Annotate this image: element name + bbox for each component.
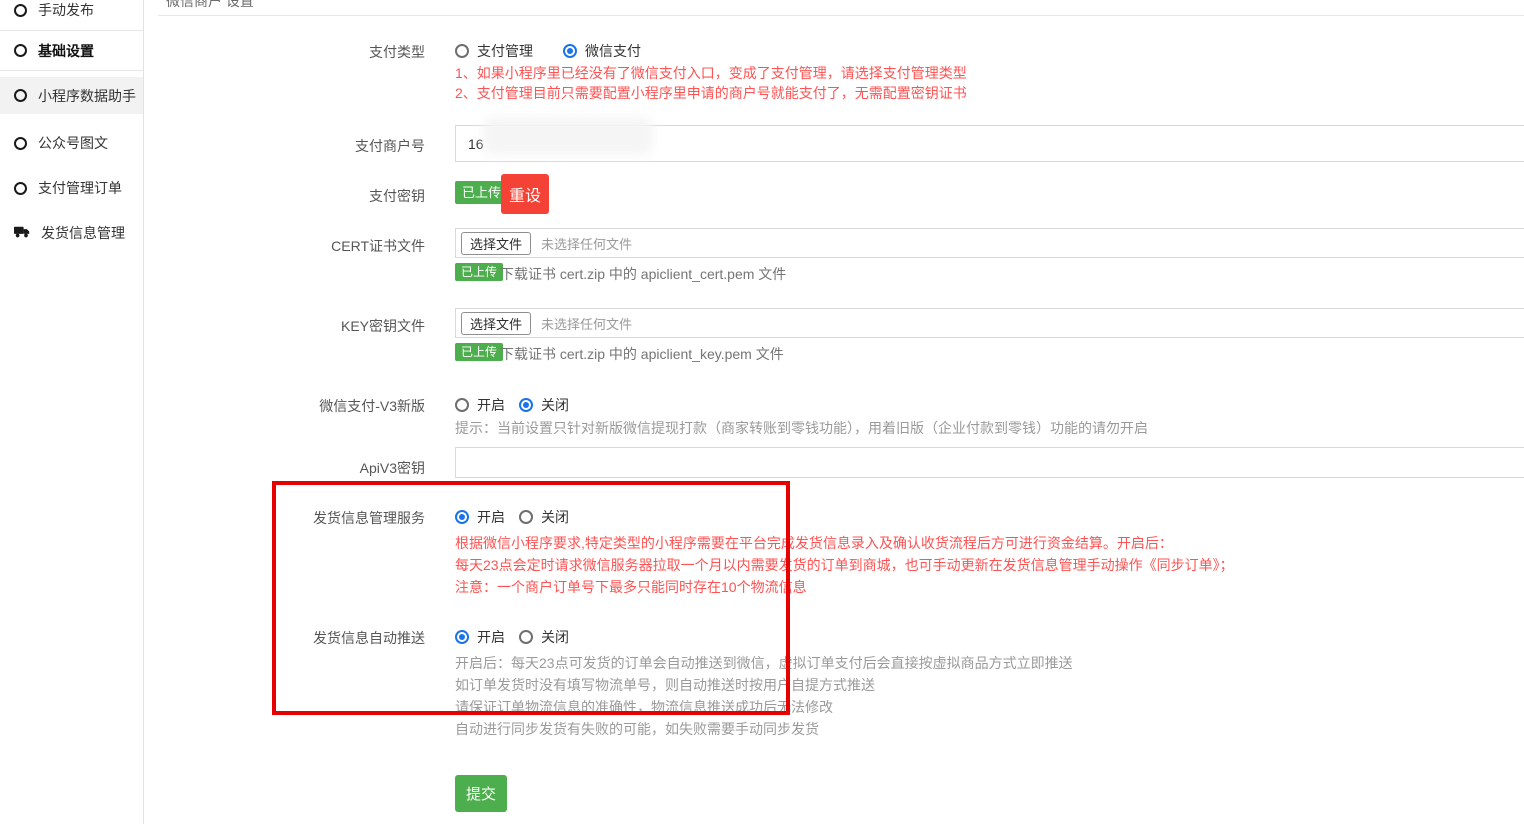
radio-pay-manage[interactable] [455,44,469,58]
radio-wechat-pay-label[interactable]: 微信支付 [585,41,641,61]
v3-label: 微信支付-V3新版 [135,396,425,416]
radio-ship-service-off-label[interactable]: 关闭 [541,507,569,527]
page-title: 微信商户 设置 [166,0,254,11]
cert-file-label: CERT证书文件 [135,236,425,256]
radio-pay-manage-label[interactable]: 支付管理 [477,41,533,61]
ship-service-label: 发货信息管理服务 [135,508,425,528]
radio-ship-push-off-label[interactable]: 关闭 [541,627,569,647]
sidebar-item-official-account[interactable]: 公众号图文 [0,125,143,161]
v3-radio-group: 开启 关闭 [455,395,569,415]
circle-icon [14,44,27,57]
radio-ship-service-off[interactable] [519,510,533,524]
ship-push-note-1: 开启后：每天23点可发货的订单会自动推送到微信，虚拟订单支付后会直接按虚拟商品方… [455,653,1073,673]
ship-service-note-3: 注意：一个商户订单号下最多只能同时存在10个物流信息 [455,577,807,597]
sidebar-item-basic-settings[interactable]: 基础设置 [0,31,143,70]
pay-secret-label: 支付密钥 [135,186,425,206]
reset-secret-button[interactable]: 重设 [501,174,549,214]
radio-ship-service-on[interactable] [455,510,469,524]
ship-push-radio-group: 开启 关闭 [455,627,569,647]
radio-v3-on-label[interactable]: 开启 [477,395,505,415]
radio-wechat-pay[interactable] [563,44,577,58]
radio-ship-push-on[interactable] [455,630,469,644]
choose-file-button[interactable]: 选择文件 [461,312,531,335]
ship-push-note-4: 自动进行同步发货有失败的可能，如失败需要手动同步发货 [455,719,819,739]
sidebar-item-payment-orders[interactable]: 支付管理订单 [0,170,143,206]
circle-icon [14,89,27,102]
uploaded-badge: 已上传 [455,263,503,281]
ship-push-note-2: 如订单发货时没有填写物流单号，则自动推送时按用户自提方式推送 [455,675,875,695]
pay-type-radio-group: 支付管理 微信支付 [455,41,641,61]
sidebar-item-label: 基础设置 [38,41,94,61]
divider [158,15,1524,16]
radio-ship-service-on-label[interactable]: 开启 [477,507,505,527]
sidebar-item-label: 支付管理订单 [38,178,122,198]
sidebar-item-shipping-info[interactable]: 发货信息管理 [0,215,143,251]
radio-v3-off-label[interactable]: 关闭 [541,395,569,415]
ship-service-note-2: 每天23点会定时请求微信服务器拉取一个月以内需要发货的订单到商城，也可手动更新在… [455,555,1234,575]
apiv3-key-label: ApiV3密钥 [135,458,425,478]
circle-icon [14,137,27,150]
sidebar-item-label: 公众号图文 [38,133,108,153]
key-file-input[interactable]: 选择文件 未选择任何文件 [455,308,1524,338]
sidebar: 手动发布 基础设置 小程序数据助手 公众号图文 支付管理订单 [0,0,144,824]
circle-icon [14,4,27,17]
key-file-label: KEY密钥文件 [135,316,425,336]
truck-icon [14,225,30,241]
uploaded-badge: 已上传 [455,343,503,361]
radio-ship-push-off[interactable] [519,630,533,644]
ship-push-note-3: 请保证订单物流信息的准确性，物流信息推送成功后无法修改 [455,697,833,717]
submit-button[interactable]: 提交 [455,775,507,812]
pay-type-note-2: 2、支付管理目前只需要配置小程序里申请的商户号就能支付了，无需配置密钥证书 [455,83,967,103]
v3-note: 提示：当前设置只针对新版微信提现打款（商家转账到零钱功能），用着旧版（企业付款到… [455,418,1148,438]
sidebar-item-label: 小程序数据助手 [38,86,136,106]
ship-service-note-1: 根据微信小程序要求,特定类型的小程序需要在平台完成发货信息录入及确认收货流程后方… [455,533,1173,553]
radio-v3-on[interactable] [455,398,469,412]
sidebar-item-label: 发货信息管理 [41,223,125,243]
no-file-text: 未选择任何文件 [541,314,632,333]
radio-ship-push-on-label[interactable]: 开启 [477,627,505,647]
cert-file-input[interactable]: 选择文件 未选择任何文件 [455,228,1524,258]
sidebar-item-label: 手动发布 [38,0,94,20]
merchant-no-label: 支付商户号 [135,136,425,156]
key-file-note: 下载证书 cert.zip 中的 apiclient_key.pem 文件 [500,344,784,364]
radio-v3-off[interactable] [519,398,533,412]
redacted-value-blur [483,117,653,155]
pay-type-note-1: 1、如果小程序里已经没有了微信支付入口，变成了支付管理，请选择支付管理类型 [455,63,967,83]
sidebar-item-manual-publish[interactable]: 手动发布 [0,0,143,25]
apiv3-key-input[interactable] [455,447,1524,478]
cert-file-note: 下载证书 cert.zip 中的 apiclient_cert.pem 文件 [500,264,786,284]
divider [0,70,143,71]
sidebar-item-miniprogram-data[interactable]: 小程序数据助手 [0,77,143,114]
pay-type-label: 支付类型 [135,42,425,62]
no-file-text: 未选择任何文件 [541,234,632,253]
ship-service-radio-group: 开启 关闭 [455,507,569,527]
screen: 手动发布 基础设置 小程序数据助手 公众号图文 支付管理订单 [0,0,1524,824]
choose-file-button[interactable]: 选择文件 [461,232,531,255]
ship-push-label: 发货信息自动推送 [135,628,425,648]
circle-icon [14,182,27,195]
